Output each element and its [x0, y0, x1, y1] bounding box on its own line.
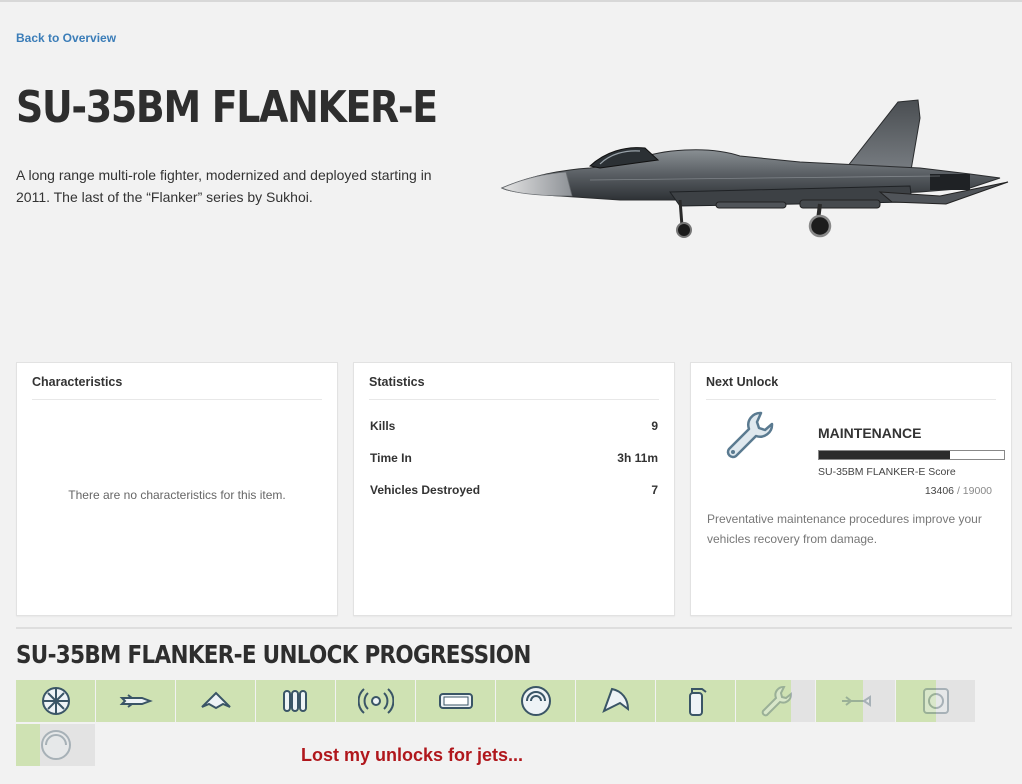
characteristics-empty-text: There are no characteristics for this it… — [68, 488, 286, 502]
annotation-text: Lost my unlocks for jets... — [301, 745, 524, 765]
statistics-card: Statistics Kills 9 Time In 3h 11m Vehicl… — [353, 362, 675, 616]
jet-image — [500, 99, 1009, 238]
unlock-progress-text: 13406 / 19000 — [925, 485, 992, 497]
section-divider — [16, 627, 1012, 629]
unlock-progress-bar — [818, 450, 1005, 460]
characteristics-title: Characteristics — [32, 375, 322, 400]
unlock-tile[interactable] — [816, 680, 895, 722]
locked-overlay — [791, 680, 815, 722]
heat-seeker-icon — [601, 687, 629, 714]
stat-label: Kills — [370, 419, 396, 433]
unlock-description: Preventative maintenance procedures impr… — [707, 512, 982, 546]
unlock-tile[interactable] — [16, 724, 95, 766]
statistics-title: Statistics — [369, 375, 659, 400]
next-unlock-title: Next Unlock — [706, 375, 996, 400]
stat-row-vehicles-destroyed: Vehicles Destroyed 7 — [370, 483, 658, 497]
unlock-tile[interactable] — [16, 680, 95, 722]
ecm-jammer-icon — [357, 688, 394, 714]
extinguisher-icon — [688, 688, 707, 716]
wrench-icon — [761, 686, 792, 717]
stat-value: 3h 11m — [617, 451, 658, 465]
flare-icon — [41, 687, 70, 715]
guided-shell-icon — [40, 730, 71, 760]
progression-title: SU-35BM FLANKER-E UNLOCK PROGRESSION — [16, 640, 531, 669]
vehicle-description: A long range multi-role fighter, moderni… — [16, 167, 432, 205]
stat-value: 7 — [651, 483, 658, 497]
stat-row-kills: Kills 9 — [370, 419, 658, 433]
wrench-icon — [726, 411, 774, 459]
radar-missile-icon — [841, 695, 871, 707]
unlock-current-score: 13406 — [924, 485, 955, 497]
unlock-tile[interactable] — [496, 680, 575, 722]
rocket-pods-icon — [282, 690, 307, 712]
unlock-source: SU-35BM FLANKER-E Score — [818, 466, 956, 478]
stat-row-time-in: Time In 3h 11m — [370, 451, 658, 465]
unlock-tile[interactable] — [176, 680, 255, 722]
unlock-tile[interactable] — [256, 680, 335, 722]
unlock-tile[interactable] — [576, 680, 655, 722]
unlock-name: MAINTENANCE — [818, 425, 922, 441]
stealth-icon — [200, 691, 231, 710]
next-unlock-card: Next Unlock MAINTENANCE SU-35BM FLANKER-… — [690, 362, 1012, 616]
belt-speed-icon — [922, 688, 949, 714]
stat-value: 9 — [651, 419, 658, 433]
unlock-required-score: 19000 — [962, 485, 992, 497]
unlock-tile[interactable] — [656, 680, 735, 722]
unlock-tile[interactable] — [336, 680, 415, 722]
characteristics-card: Characteristics There are no characteris… — [16, 362, 338, 616]
unlock-tile[interactable] — [736, 680, 815, 722]
unlock-tile[interactable] — [416, 680, 495, 722]
guided-missile-icon — [119, 694, 153, 708]
proximity-scan-icon — [520, 686, 551, 716]
unlock-separator: / — [956, 485, 960, 497]
unlock-progress-fill — [819, 451, 950, 459]
stat-label: Vehicles Destroyed — [370, 483, 481, 497]
unlock-tile[interactable] — [896, 680, 975, 722]
air-radar-icon — [438, 693, 473, 709]
page-title: SU-35BM FLANKER-E — [16, 82, 438, 133]
stat-label: Time In — [370, 451, 412, 465]
back-to-overview-link[interactable]: Back to Overview — [16, 31, 116, 45]
unlock-tile[interactable] — [96, 680, 175, 722]
top-divider — [0, 0, 1022, 2]
